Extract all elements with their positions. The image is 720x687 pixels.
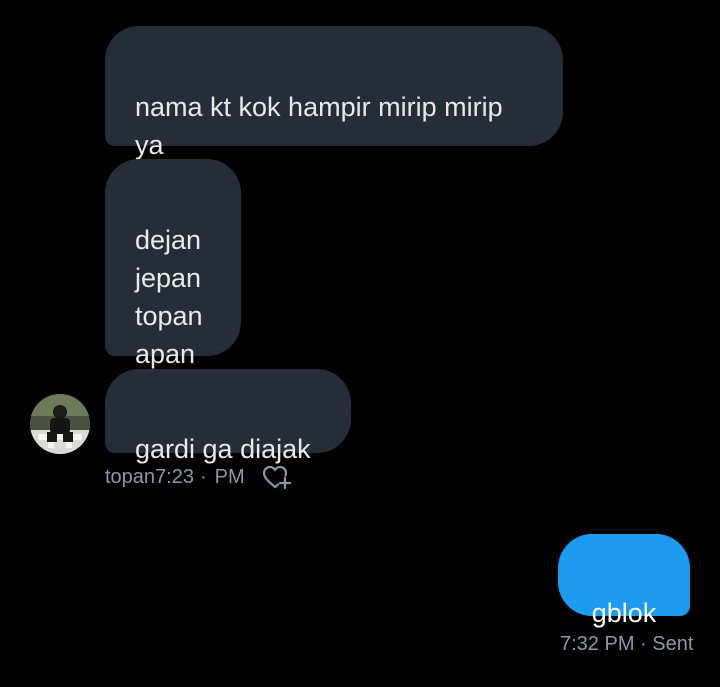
heart-plus-icon [262,465,292,490]
incoming-message-bubble[interactable]: dejan jepan topan apan [105,159,241,369]
message-text: gblok [591,598,657,628]
incoming-message-bubble[interactable]: gardi ga diajak [105,369,351,464]
message-time: 7:23 [155,466,194,488]
sender-name[interactable]: topan [105,466,155,488]
message-text: dejan jepan topan apan [135,225,203,369]
outgoing-message-bubble[interactable]: gblok [558,534,690,628]
message-text: gardi ga diajak [135,434,311,464]
meta-separator: · [200,466,207,488]
message-text: nama kt kok hampir mirip mirip ya [135,92,503,160]
add-reaction-button[interactable] [262,465,292,491]
avatar-photo [30,394,90,454]
outgoing-message-status: 7:32 PM · Sent [560,633,694,655]
incoming-message-bubble[interactable]: nama kt kok hampir mirip mirip ya [105,26,563,160]
sender-avatar[interactable] [30,394,90,454]
incoming-message-meta: topan7:23 · PM [105,466,245,489]
message-ampm: PM [214,466,245,488]
